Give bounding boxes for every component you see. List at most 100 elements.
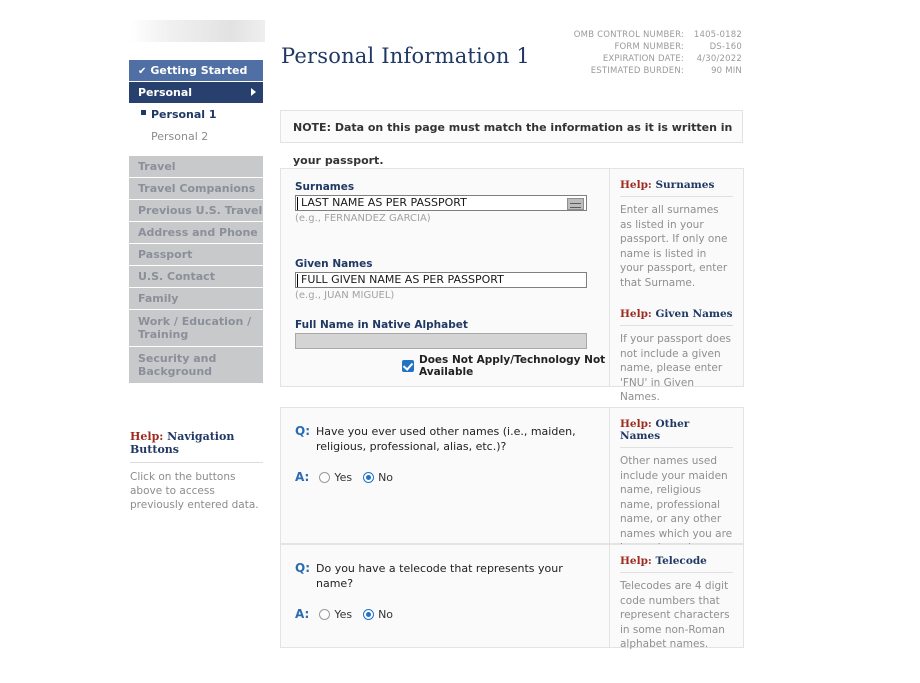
radio-selected-icon[interactable] <box>363 608 375 620</box>
sidebar-item-label: Previous U.S. Travel <box>138 204 263 217</box>
help-telecode-body: Telecodes are 4 digit code numbers that … <box>620 580 730 650</box>
form-metadata: OMB CONTROL NUMBER: 1405-0182 FORM NUMBE… <box>574 30 742 78</box>
sidebar-item-security-and-background: Security and Background <box>129 347 263 383</box>
radio-label: Yes <box>334 607 353 621</box>
answer-marker: A: <box>295 607 310 621</box>
help-other-names-title: Help: Other Names <box>620 418 733 448</box>
metadata-value: 4/30/2022 <box>696 54 742 64</box>
sidebar-item-personal-2[interactable]: Personal 2 <box>129 126 263 148</box>
help-block-surnames: Help: Surnames Enter all surnames as lis… <box>620 179 733 290</box>
telecode-question-panel: Q: Do you have a telecode that represent… <box>280 544 744 650</box>
note-body: Data on this page must match the informa… <box>293 121 733 167</box>
sidebar-item-label: Travel Companions <box>138 182 256 195</box>
ime-keyboard-icon[interactable] <box>567 198 584 210</box>
surnames-input[interactable]: LAST NAME AS PER PASSPORT <box>295 195 587 211</box>
sidebar-item-label: Personal 1 <box>151 108 217 121</box>
given-names-label: Given Names <box>295 258 373 270</box>
metadata-row: ESTIMATED BURDEN: 90 MIN <box>574 66 742 78</box>
telecode-radio-yes[interactable]: Yes <box>319 608 352 621</box>
other-names-question-panel: Q: Have you ever used other names (i.e.,… <box>280 407 744 583</box>
native-alphabet-checkbox-row[interactable]: Does Not Apply/Technology Not Available <box>295 354 611 378</box>
help-block-telecode: Help: Telecode Telecodes are 4 digit cod… <box>620 555 733 652</box>
radio-unselected-icon[interactable] <box>319 471 331 483</box>
metadata-row: OMB CONTROL NUMBER: 1405-0182 <box>574 30 742 42</box>
sidebar-item-family: Family <box>129 288 263 309</box>
help-keyword: Help: <box>620 179 652 191</box>
native-alphabet-field-group: Full Name in Native Alphabet Does Not Ap… <box>295 319 611 378</box>
sidebar-item-work-education-training: Work / Education / Training <box>129 310 263 346</box>
sidebar-item-label: Work / Education / Training <box>138 315 252 341</box>
sidebar-item-label: Passport <box>138 248 193 261</box>
given-names-input[interactable]: FULL GIVEN NAME AS PER PASSPORT <box>295 272 587 288</box>
metadata-label: ESTIMATED BURDEN: <box>590 66 684 76</box>
sidebar-item-previous-us-travel: Previous U.S. Travel <box>129 200 263 221</box>
sidebar-item-label: Address and Phone <box>138 226 258 239</box>
telecode-form-column: Q: Do you have a telecode that represent… <box>281 545 611 647</box>
help-given-names-title: Help: Given Names <box>620 308 733 326</box>
surnames-label: Surnames <box>295 181 355 193</box>
surnames-hint: (e.g., FERNANDEZ GARCIA) <box>295 213 431 224</box>
sidebar-item-label: U.S. Contact <box>138 270 215 283</box>
surnames-field-group: Surnames LAST NAME AS PER PASSPORT (e.g.… <box>295 181 611 224</box>
question-row: Q: Do you have a telecode that represent… <box>295 557 611 591</box>
help-surnames-title: Help: Surnames <box>620 179 733 197</box>
radio-unselected-icon[interactable] <box>319 608 331 620</box>
sidebar-item-travel: Travel <box>129 156 263 177</box>
given-names-hint: (e.g., JUAN MIGUEL) <box>295 290 395 301</box>
other-names-help-column: Help: Other Names Other names used inclu… <box>609 408 743 583</box>
help-surnames-body: Enter all surnames as listed in your pas… <box>620 204 728 289</box>
question-marker: Q: <box>295 424 310 438</box>
telecode-help-column: Help: Telecode Telecodes are 4 digit cod… <box>609 545 743 650</box>
native-alphabet-checkbox-label: Does Not Apply/Technology Not Available <box>419 354 606 378</box>
telecode-radio-no[interactable]: No <box>363 608 393 621</box>
checkbox-checked-icon[interactable] <box>402 360 414 372</box>
help-title-text: Given Names <box>651 308 733 320</box>
metadata-label: FORM NUMBER: <box>614 42 684 52</box>
navigation-help-box: Help: Navigation Buttons Click on the bu… <box>130 430 263 512</box>
radio-label: Yes <box>334 470 353 484</box>
answer-row: A: Yes No <box>295 607 611 621</box>
metadata-label: OMB CONTROL NUMBER: <box>573 30 684 40</box>
native-alphabet-label: Full Name in Native Alphabet <box>295 319 468 331</box>
sidebar-item-label: Personal <box>138 86 193 99</box>
sidebar-item-getting-started[interactable]: ✔ Getting Started <box>129 60 263 81</box>
note-label: NOTE: <box>293 121 331 134</box>
help-block-given-names: Help: Given Names If your passport does … <box>620 308 733 405</box>
help-title-text: Surnames <box>651 179 715 191</box>
other-names-radio-yes[interactable]: Yes <box>319 471 352 484</box>
sidebar-navigation: ✔ Getting Started Personal Personal 1 Per… <box>129 60 263 384</box>
help-keyword: Help: <box>620 418 652 430</box>
native-alphabet-input <box>295 333 587 349</box>
given-names-input-value: FULL GIVEN NAME AS PER PASSPORT <box>301 273 504 286</box>
telecode-question-text: Do you have a telecode that represents y… <box>316 562 563 590</box>
metadata-label: EXPIRATION DATE: <box>602 54 684 64</box>
note-banner: NOTE: Data on this page must match the i… <box>280 110 743 167</box>
sidebar-item-travel-companions: Travel Companions <box>129 178 263 199</box>
sidebar-item-address-and-phone: Address and Phone <box>129 222 263 243</box>
other-names-radio-no[interactable]: No <box>363 471 393 484</box>
metadata-value: 1405-0182 <box>693 30 742 40</box>
sidebar-item-personal-1[interactable]: Personal 1 <box>129 104 263 126</box>
help-keyword: Help: <box>130 430 164 443</box>
sidebar-item-label: Getting Started <box>150 64 248 77</box>
navigation-help-body: Click on the buttons above to access pre… <box>130 471 259 511</box>
check-icon: ✔ <box>138 66 147 77</box>
given-names-field-group: Given Names FULL GIVEN NAME AS PER PASSP… <box>295 258 611 301</box>
names-panel: Surnames LAST NAME AS PER PASSPORT (e.g.… <box>280 168 744 403</box>
sidebar-item-personal[interactable]: Personal <box>129 82 263 103</box>
surnames-input-value: LAST NAME AS PER PASSPORT <box>301 196 467 209</box>
help-telecode-title: Help: Telecode <box>620 555 733 573</box>
answer-marker: A: <box>295 470 310 484</box>
sidebar-item-label: Personal 2 <box>151 130 209 143</box>
metadata-value: 90 MIN <box>711 66 742 76</box>
sidebar-item-label: Family <box>138 292 179 305</box>
other-names-form-column: Q: Have you ever used other names (i.e.,… <box>281 408 611 543</box>
sidebar-item-us-contact: U.S. Contact <box>129 266 263 287</box>
help-title-text: Telecode <box>651 555 707 567</box>
metadata-row: EXPIRATION DATE: 4/30/2022 <box>574 54 742 66</box>
radio-selected-icon[interactable] <box>363 471 375 483</box>
question-marker: Q: <box>295 561 310 575</box>
bullet-square-icon <box>141 110 146 115</box>
navigation-help-title: Help: Navigation Buttons <box>130 430 263 463</box>
sidebar-item-label: Security and Background <box>138 352 217 378</box>
